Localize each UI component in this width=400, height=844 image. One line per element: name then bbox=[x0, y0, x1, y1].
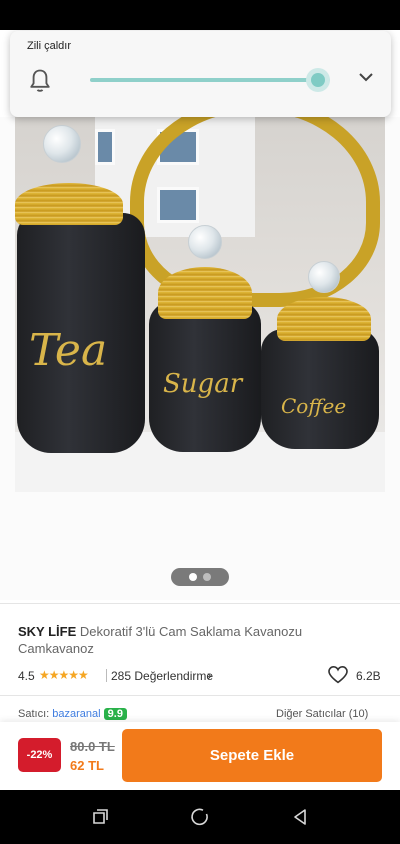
product-title: SKY LİFE Dekoratif 3'lü Cam Saklama Kava… bbox=[18, 623, 378, 657]
seller-row: Satıcı: bazaranal 9.9 Diğer Satıcılar (1… bbox=[18, 708, 384, 722]
coffee-jar-lid bbox=[277, 297, 371, 341]
rating-stars: ★★★★★ bbox=[39, 668, 89, 682]
product-photo[interactable]: Tea Sugar Coffee bbox=[15, 117, 385, 492]
add-to-cart-button[interactable]: Sepete Ekle bbox=[122, 729, 382, 782]
status-bar bbox=[0, 0, 400, 30]
product-image-area[interactable]: Tea Sugar Coffee bbox=[0, 117, 400, 600]
purchase-bar: -22% 80.0 TL 62 TL Sepete Ekle bbox=[0, 722, 400, 790]
tea-jar-knob bbox=[43, 125, 81, 163]
bell-icon[interactable] bbox=[26, 67, 54, 95]
sugar-jar-lid bbox=[158, 267, 252, 319]
recent-apps-icon[interactable] bbox=[90, 807, 110, 827]
seller-score-badge: 9.9 bbox=[103, 708, 127, 720]
old-price: 80.0 TL bbox=[70, 739, 115, 754]
coffee-jar bbox=[261, 329, 379, 449]
coffee-label: Coffee bbox=[281, 394, 347, 418]
discount-badge: -22% bbox=[18, 738, 61, 772]
product-brand[interactable]: SKY LİFE bbox=[18, 624, 76, 639]
divider bbox=[0, 695, 400, 696]
rating-row: 4.5 ★★★★★ 285 Değerlendirme › 6.2B bbox=[18, 666, 384, 686]
chevron-right-icon[interactable]: › bbox=[207, 667, 212, 683]
tea-label: Tea bbox=[29, 325, 108, 376]
seller-label: Satıcı: bbox=[18, 708, 50, 720]
carousel-dot-active[interactable] bbox=[189, 573, 197, 581]
sugar-label: Sugar bbox=[163, 369, 243, 399]
back-icon[interactable] bbox=[290, 807, 310, 827]
coffee-jar-knob bbox=[308, 261, 340, 293]
other-sellers-link[interactable]: Diğer Satıcılar (10) bbox=[276, 708, 368, 720]
favorite-count: 6.2B bbox=[356, 669, 381, 683]
volume-slider-thumb[interactable] bbox=[306, 68, 330, 92]
volume-panel-title: Zili çaldır bbox=[27, 40, 72, 52]
carousel-indicator[interactable] bbox=[171, 568, 229, 586]
volume-slider-track[interactable] bbox=[90, 78, 330, 82]
review-count-link[interactable]: 285 Değerlendirme bbox=[111, 669, 213, 683]
system-nav-bar bbox=[0, 790, 400, 844]
seller-name-link[interactable]: bazaranal bbox=[52, 708, 100, 720]
chevron-down-icon[interactable] bbox=[356, 67, 376, 87]
current-price: 62 TL bbox=[70, 758, 104, 773]
divider bbox=[0, 603, 400, 604]
heart-icon[interactable] bbox=[328, 666, 348, 684]
rating-separator bbox=[106, 669, 107, 682]
carousel-dot[interactable] bbox=[203, 573, 211, 581]
home-icon[interactable] bbox=[190, 807, 210, 827]
sugar-jar-knob bbox=[188, 225, 222, 259]
rating-value: 4.5 bbox=[18, 669, 35, 683]
photo-window bbox=[95, 129, 115, 165]
tea-jar-lid bbox=[15, 183, 123, 225]
volume-panel: Zili çaldır bbox=[10, 31, 391, 117]
